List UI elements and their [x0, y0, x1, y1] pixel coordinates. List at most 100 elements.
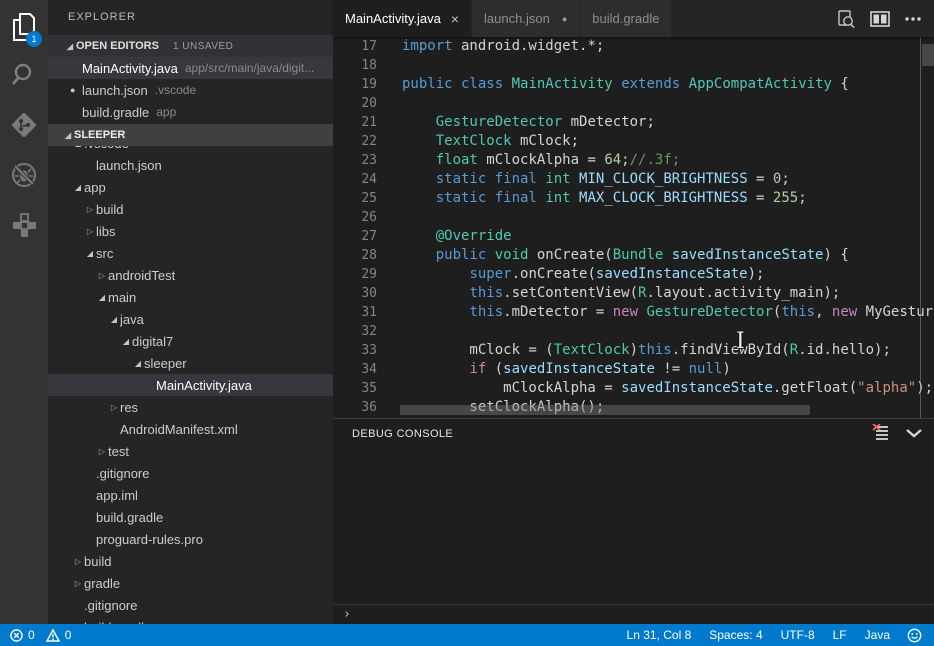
code-line[interactable]: 26 — [333, 208, 934, 227]
tree-item[interactable]: ◢src — [48, 242, 333, 264]
tree-item[interactable]: .gitignore — [48, 594, 333, 616]
tree-item[interactable]: ◢main — [48, 286, 333, 308]
status-bar: 0 0 Ln 31, Col 8Spaces: 4UTF-8LFJava — [0, 624, 934, 646]
tree-item[interactable]: ◢app — [48, 176, 333, 198]
open-editor-item[interactable]: MainActivity.javaapp/src/main/java/digit… — [48, 57, 333, 79]
editor-tab[interactable]: MainActivity.java× — [333, 0, 472, 37]
code-text: public class MainActivity extends AppCom… — [377, 75, 849, 94]
debug-icon[interactable] — [0, 151, 48, 199]
chevron-expanded-icon: ◢ — [108, 315, 120, 324]
tree-item[interactable]: ◢digital7 — [48, 330, 333, 352]
line-number: 23 — [333, 151, 377, 170]
code-line[interactable]: 32 — [333, 322, 934, 341]
tree-item[interactable]: .gitignore — [48, 462, 333, 484]
tree-item[interactable]: ▷res — [48, 396, 333, 418]
vertical-scrollbar[interactable] — [920, 37, 934, 418]
explorer-icon[interactable]: 1 — [0, 3, 48, 51]
status-item[interactable]: UTF-8 — [772, 628, 824, 642]
horizontal-scrollbar-thumb[interactable] — [400, 405, 810, 415]
more-actions-icon[interactable] — [904, 16, 922, 22]
chevron-collapsed-icon: ▷ — [72, 579, 84, 588]
open-editor-item[interactable]: ●launch.json.vscode — [48, 79, 333, 101]
feedback-smiley-icon[interactable] — [899, 628, 924, 643]
tree-item[interactable]: AndroidManifest.xml — [48, 418, 333, 440]
code-line[interactable]: 22 TextClock mClock; — [333, 132, 934, 151]
code-line[interactable]: 28 public void onCreate(Bundle savedInst… — [333, 246, 934, 265]
tree-item[interactable]: build.gradle — [48, 506, 333, 528]
source-control-icon[interactable] — [0, 101, 48, 149]
code-line[interactable]: 34 if (savedInstanceState != null) — [333, 360, 934, 379]
open-editors-header[interactable]: ◢ OPEN EDITORS 1 UNSAVED — [48, 35, 333, 57]
code-line[interactable]: 27 @Override — [333, 227, 934, 246]
editor-tab[interactable]: build.gradle — [580, 0, 672, 37]
code-line[interactable]: 33 mClock = (TextClock)this.findViewById… — [333, 341, 934, 360]
tree-item[interactable]: ▷test — [48, 440, 333, 462]
code-editor[interactable]: 17import android.widget.*;1819public cla… — [333, 37, 934, 418]
code-line[interactable]: 23 float mClockAlpha = 64;//.3f; — [333, 151, 934, 170]
dirty-dot-icon: ● — [70, 85, 82, 95]
code-line[interactable]: 19public class MainActivity extends AppC… — [333, 75, 934, 94]
status-item[interactable]: Java — [856, 628, 899, 642]
tree-item[interactable]: ▷libs — [48, 220, 333, 242]
tab-bar: MainActivity.java×launch.json●build.grad… — [333, 0, 934, 37]
file-tree: ◢ SLEEPER ◢.vscodelaunch.json◢app▷build▷… — [48, 124, 333, 624]
code-line[interactable]: 35 mClockAlpha = savedInstanceState.getF… — [333, 379, 934, 398]
debug-console-output[interactable] — [333, 449, 934, 604]
problems-status[interactable]: 0 0 — [10, 628, 71, 642]
status-item[interactable]: Ln 31, Col 8 — [618, 628, 701, 642]
open-editor-item[interactable]: build.gradleapp — [48, 101, 333, 123]
clear-console-icon[interactable] — [872, 424, 890, 445]
tree-item[interactable]: build.gradle — [48, 616, 333, 624]
error-count: 0 — [28, 628, 35, 642]
tree-item-label: build.gradle — [84, 620, 151, 625]
status-item[interactable]: LF — [824, 628, 856, 642]
code-line[interactable]: 18 — [333, 56, 934, 75]
tree-item[interactable]: ▷gradle — [48, 572, 333, 594]
code-text: GestureDetector mDetector; — [377, 113, 655, 132]
chevron-collapsed-icon: ▷ — [96, 447, 108, 456]
code-line[interactable]: 31 this.mDetector = new GestureDetector(… — [333, 303, 934, 322]
tree-item-label: androidTest — [108, 268, 175, 283]
tree-item[interactable]: ◢java — [48, 308, 333, 330]
split-editor-icon[interactable] — [870, 11, 890, 27]
tree-item[interactable]: proguard-rules.pro — [48, 528, 333, 550]
vertical-scrollbar-thumb[interactable] — [922, 44, 934, 66]
editor-tab[interactable]: launch.json● — [472, 0, 580, 37]
explorer-sidebar: EXPLORER ◢ OPEN EDITORS 1 UNSAVED MainAc… — [48, 0, 333, 624]
tree-item[interactable]: ▷build — [48, 550, 333, 572]
code-line[interactable]: 17import android.widget.*; — [333, 37, 934, 56]
code-line[interactable]: 25 static final int MAX_CLOCK_BRIGHTNESS… — [333, 189, 934, 208]
debug-console-input[interactable]: › — [333, 604, 934, 624]
tree-item[interactable]: ▷androidTest — [48, 264, 333, 286]
line-number: 34 — [333, 360, 377, 379]
workspace-root-header[interactable]: ◢ SLEEPER — [48, 124, 333, 146]
search-icon[interactable] — [0, 51, 48, 99]
open-editor-detail: .vscode — [155, 83, 196, 97]
tree-item[interactable]: app.iml — [48, 484, 333, 506]
tree-item-label: build.gradle — [96, 510, 163, 525]
chevron-expanded-icon: ◢ — [64, 42, 76, 51]
close-panel-icon[interactable] — [906, 425, 922, 443]
close-tab-icon[interactable]: × — [451, 12, 459, 26]
explorer-badge: 1 — [26, 31, 42, 47]
dirty-dot-icon[interactable]: ● — [562, 14, 567, 24]
status-item[interactable]: Spaces: 4 — [700, 628, 771, 642]
tree-item[interactable]: launch.json — [48, 154, 333, 176]
tree-item[interactable]: MainActivity.java — [48, 374, 333, 396]
code-line[interactable]: 29 super.onCreate(savedInstanceState); — [333, 265, 934, 284]
line-number: 19 — [333, 75, 377, 94]
code-text — [377, 94, 402, 113]
chevron-expanded-icon: ◢ — [120, 337, 132, 346]
chevron-collapsed-icon: ▷ — [108, 403, 120, 412]
code-line[interactable]: 30 this.setContentView(R.layout.activity… — [333, 284, 934, 303]
extensions-icon[interactable] — [0, 201, 48, 249]
tree-item[interactable]: ▷build — [48, 198, 333, 220]
code-line[interactable]: 21 GestureDetector mDetector; — [333, 113, 934, 132]
line-number: 29 — [333, 265, 377, 284]
code-line[interactable]: 20 — [333, 94, 934, 113]
tree-item[interactable]: ◢sleeper — [48, 352, 333, 374]
tree-item-label: sleeper — [144, 356, 187, 371]
open-preview-icon[interactable] — [836, 9, 856, 29]
code-line[interactable]: 24 static final int MIN_CLOCK_BRIGHTNESS… — [333, 170, 934, 189]
chevron-collapsed-icon: ▷ — [72, 557, 84, 566]
